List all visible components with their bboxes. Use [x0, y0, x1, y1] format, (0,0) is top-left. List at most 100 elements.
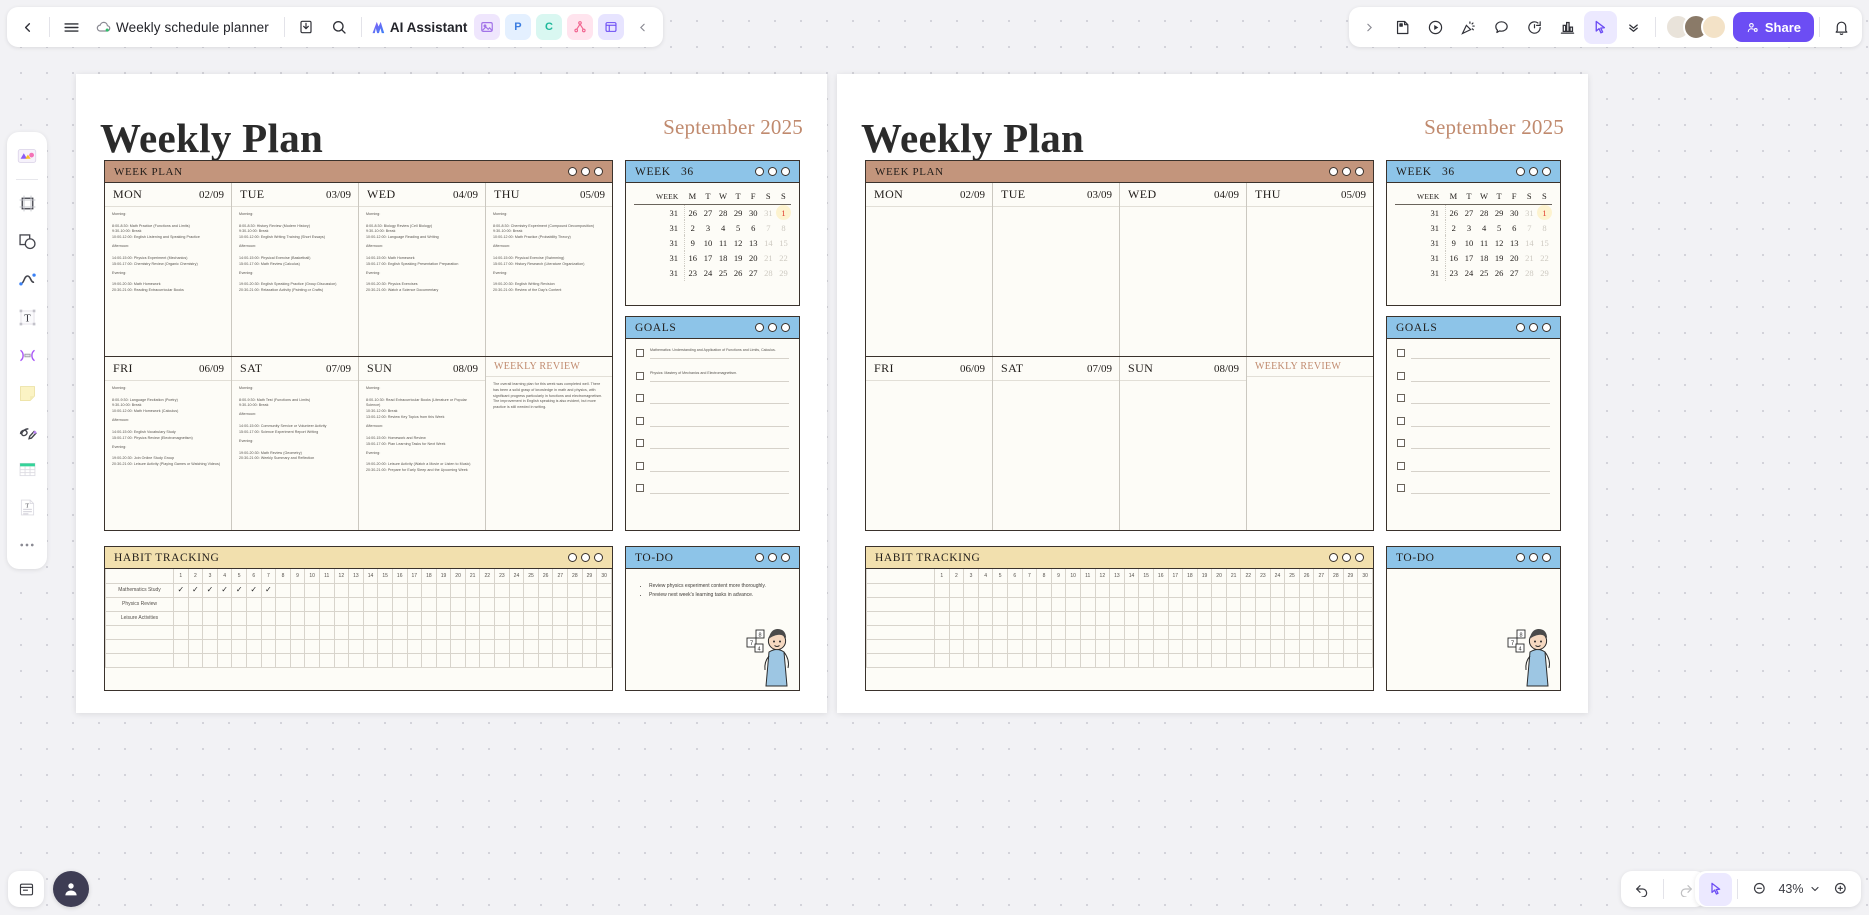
habit-cell[interactable] — [963, 624, 979, 640]
goal-checkbox[interactable] — [1397, 349, 1405, 357]
habit-cell[interactable] — [1211, 596, 1227, 612]
habit-cell[interactable] — [1079, 652, 1096, 668]
habit-cell[interactable] — [348, 610, 364, 626]
habit-cell[interactable] — [1006, 652, 1023, 668]
habit-cell[interactable] — [948, 638, 965, 654]
app-chip-image[interactable] — [473, 14, 500, 40]
calendar-day-cell[interactable]: 23 — [1446, 266, 1462, 281]
habit-cell[interactable] — [1284, 582, 1300, 598]
habit-cell[interactable] — [977, 638, 994, 654]
goal-row[interactable] — [1397, 393, 1550, 404]
habit-cell[interactable] — [1006, 638, 1023, 654]
day-cell-content[interactable] — [993, 207, 1119, 217]
habit-cell[interactable] — [1298, 596, 1315, 612]
habit-cell[interactable] — [552, 624, 569, 640]
habit-cell[interactable] — [1255, 596, 1271, 612]
habit-cell[interactable] — [581, 624, 598, 640]
goal-row[interactable] — [636, 483, 789, 494]
calendar-day-cell[interactable]: 27 — [1507, 266, 1522, 281]
habit-cell[interactable] — [289, 638, 306, 654]
habit-cell[interactable] — [1298, 582, 1315, 598]
habit-cell[interactable] — [1357, 596, 1373, 612]
habit-cell[interactable] — [1182, 624, 1198, 640]
habit-cell[interactable] — [1006, 610, 1023, 626]
calendar-day-cell[interactable]: 29 — [1537, 266, 1552, 281]
habit-cell[interactable] — [977, 582, 994, 598]
calendar-day-cell[interactable]: 4 — [716, 220, 731, 235]
goal-row[interactable] — [1397, 348, 1550, 359]
habit-cell[interactable] — [173, 638, 189, 654]
habit-cell[interactable] — [391, 638, 408, 654]
goal-text[interactable]: Physics: Mastery of Mechanics and Electr… — [650, 371, 789, 382]
habit-cell[interactable] — [421, 624, 437, 640]
habit-cell[interactable] — [1342, 652, 1359, 668]
app-chip-presentation[interactable]: P — [504, 14, 531, 40]
habit-label[interactable] — [866, 624, 935, 640]
collaborator-avatars[interactable] — [1664, 14, 1727, 40]
goal-checkbox[interactable] — [1397, 484, 1405, 492]
calendar-day-cell[interactable]: 8 — [1537, 220, 1552, 235]
habit-cell[interactable] — [508, 638, 525, 654]
habit-cell[interactable] — [187, 610, 204, 626]
habit-cell[interactable] — [479, 582, 496, 598]
habit-cell[interactable] — [934, 610, 950, 626]
habit-cell[interactable] — [508, 624, 525, 640]
habit-cell[interactable] — [202, 596, 218, 612]
habit-cell[interactable] — [187, 638, 204, 654]
habit-cell[interactable] — [537, 596, 554, 612]
day-cell-weekly-review[interactable]: WEEKLY REVIEW — [1247, 357, 1373, 530]
habit-cell[interactable] — [421, 652, 437, 668]
calendar-day-cell[interactable]: 1 — [1536, 204, 1552, 221]
habit-cell[interactable] — [596, 596, 612, 612]
habit-cell[interactable] — [1079, 596, 1096, 612]
habit-cell[interactable] — [289, 624, 306, 640]
habit-cell[interactable] — [1079, 638, 1096, 654]
habit-cell[interactable] — [275, 652, 291, 668]
habit-cell[interactable] — [1225, 624, 1242, 640]
habit-cell[interactable] — [1328, 638, 1344, 654]
habit-cell[interactable] — [1152, 596, 1169, 612]
habit-cell[interactable] — [377, 624, 393, 640]
habit-cell[interactable] — [1138, 652, 1154, 668]
habit-cell[interactable] — [1328, 624, 1344, 640]
goal-row[interactable] — [636, 393, 789, 404]
day-cell-sat[interactable]: SAT 07/09 Morning: 8:00-9:30: Math Test (Fu… — [232, 357, 359, 530]
habit-cell[interactable] — [1269, 596, 1286, 612]
sticker-icon[interactable] — [1386, 11, 1419, 44]
day-cell-tue[interactable]: TUE 03/09 — [993, 183, 1120, 356]
goal-checkbox[interactable] — [636, 439, 644, 447]
habit-row[interactable] — [866, 610, 1373, 626]
habit-cell[interactable] — [173, 652, 189, 668]
habit-cell[interactable] — [1167, 596, 1184, 612]
goal-text[interactable] — [1411, 438, 1550, 449]
habit-cell[interactable] — [1182, 596, 1198, 612]
day-cell-wed[interactable]: WED 04/09 — [1120, 183, 1247, 356]
menu-button[interactable] — [55, 11, 88, 44]
habit-cell[interactable] — [435, 582, 452, 598]
habit-cell[interactable] — [948, 624, 965, 640]
goal-checkbox[interactable] — [636, 349, 644, 357]
habit-cell[interactable] — [934, 624, 950, 640]
goals-panel[interactable]: GOALS Mathematics: Understanding and App… — [625, 316, 800, 531]
habit-cell[interactable] — [1094, 596, 1111, 612]
habit-cell[interactable] — [1298, 610, 1315, 626]
calendar-day-cell[interactable]: 13 — [746, 235, 761, 250]
habit-cell[interactable] — [1196, 610, 1213, 626]
habit-cell[interactable] — [421, 596, 437, 612]
habit-cell[interactable] — [450, 596, 466, 612]
calendar-day-cell[interactable]: 4 — [1477, 220, 1492, 235]
assets-tool[interactable] — [12, 141, 42, 171]
calendar-day-cell[interactable]: 5 — [731, 220, 746, 235]
habit-row[interactable] — [866, 596, 1373, 612]
habit-cell[interactable] — [523, 638, 539, 654]
day-cell-content[interactable]: Morning: 8:00-8:30: Biology Review (Cell … — [359, 207, 485, 302]
habit-cell[interactable] — [552, 610, 569, 626]
calendar-day-cell[interactable]: 25 — [716, 266, 731, 281]
habit-cell[interactable] — [435, 596, 452, 612]
goal-row[interactable] — [1397, 416, 1550, 427]
calendar-day-cell[interactable]: 7 — [761, 220, 776, 235]
calendar-day-cell[interactable]: 30 — [746, 205, 761, 221]
habit-cell[interactable] — [479, 638, 496, 654]
calendar-day-cell[interactable]: 28 — [1477, 205, 1492, 221]
habit-cell[interactable] — [202, 624, 218, 640]
